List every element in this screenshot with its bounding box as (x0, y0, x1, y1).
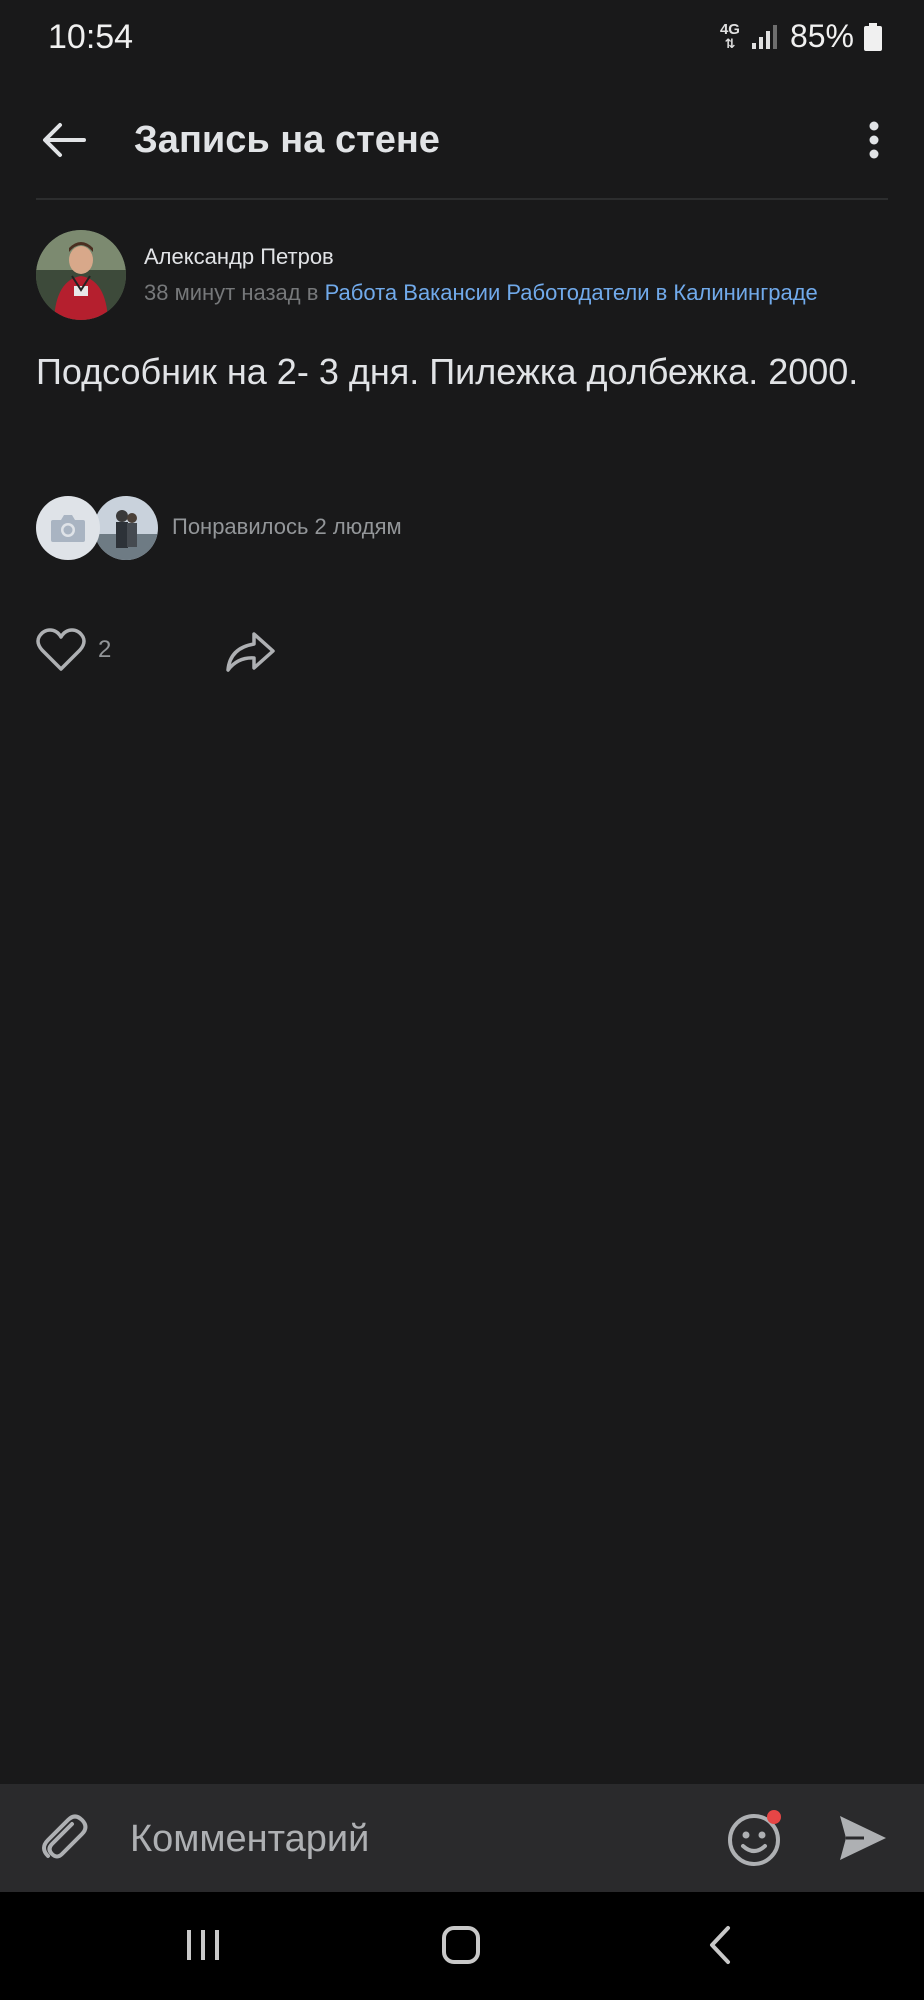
more-vertical-icon (869, 121, 879, 159)
status-bar: 10:54 4G ⇅ 85% (0, 0, 924, 80)
share-arrow-icon (226, 632, 275, 672)
more-options-button[interactable] (854, 112, 894, 168)
liker-avatar-photo (94, 496, 158, 560)
attach-button[interactable] (36, 1810, 92, 1866)
liker-avatar-placeholder (36, 496, 100, 560)
notification-dot (767, 1810, 781, 1824)
status-indicators: 4G ⇅ 85% (720, 18, 882, 55)
like-button[interactable]: 2 (36, 628, 111, 672)
author-photo (36, 230, 126, 320)
like-count: 2 (98, 636, 112, 663)
post-time: 38 минут назад в (144, 280, 319, 305)
share-button[interactable] (224, 630, 276, 676)
header: Запись на стене (0, 90, 924, 200)
comment-bar (0, 1784, 924, 1892)
emoji-button[interactable] (726, 1808, 786, 1868)
home-icon (442, 1926, 480, 1964)
chevron-left-icon (710, 1926, 730, 1964)
paperclip-icon (42, 1814, 88, 1859)
send-icon (840, 1816, 886, 1860)
battery-icon (864, 22, 882, 51)
send-button[interactable] (836, 1812, 890, 1864)
camera-icon (51, 515, 85, 542)
comment-input[interactable] (130, 1816, 690, 1862)
header-divider (36, 198, 888, 200)
recent-apps-icon (187, 1930, 219, 1960)
heart-icon (36, 628, 86, 671)
system-nav-bar (0, 1892, 924, 2000)
post-meta: 38 минут назад в Работа Вакансии Работод… (144, 280, 818, 306)
page-title: Запись на стене (134, 119, 440, 161)
home-button[interactable] (434, 1922, 490, 1968)
network-type-indicator: 4G ⇅ (720, 22, 740, 51)
system-back-button[interactable] (700, 1922, 740, 1968)
arrow-left-icon (43, 123, 86, 157)
battery-percent: 85% (789, 18, 854, 54)
post-text: Подсобник на 2- 3 дня. Пилежка долбежка.… (36, 351, 859, 392)
author-name[interactable]: Александр Петров (144, 244, 334, 270)
smile-icon (728, 1810, 781, 1866)
signal-icon (751, 24, 777, 49)
liked-by-text: Понравилось 2 людям (172, 514, 402, 539)
group-link[interactable]: Работа Вакансии Работодатели в Калинингр… (325, 280, 818, 305)
screen: 10:54 4G ⇅ 85% Запись на стене Александр… (0, 0, 924, 2000)
recent-apps-button[interactable] (180, 1922, 226, 1968)
liked-by-row[interactable]: Понравилось 2 людям (36, 496, 896, 562)
data-arrows-icon: ⇅ (724, 35, 736, 51)
author-avatar[interactable] (36, 230, 126, 320)
back-button[interactable] (36, 112, 92, 168)
post-author: Александр Петров 38 минут назад в Работа… (36, 230, 896, 322)
status-time: 10:54 (48, 18, 134, 56)
